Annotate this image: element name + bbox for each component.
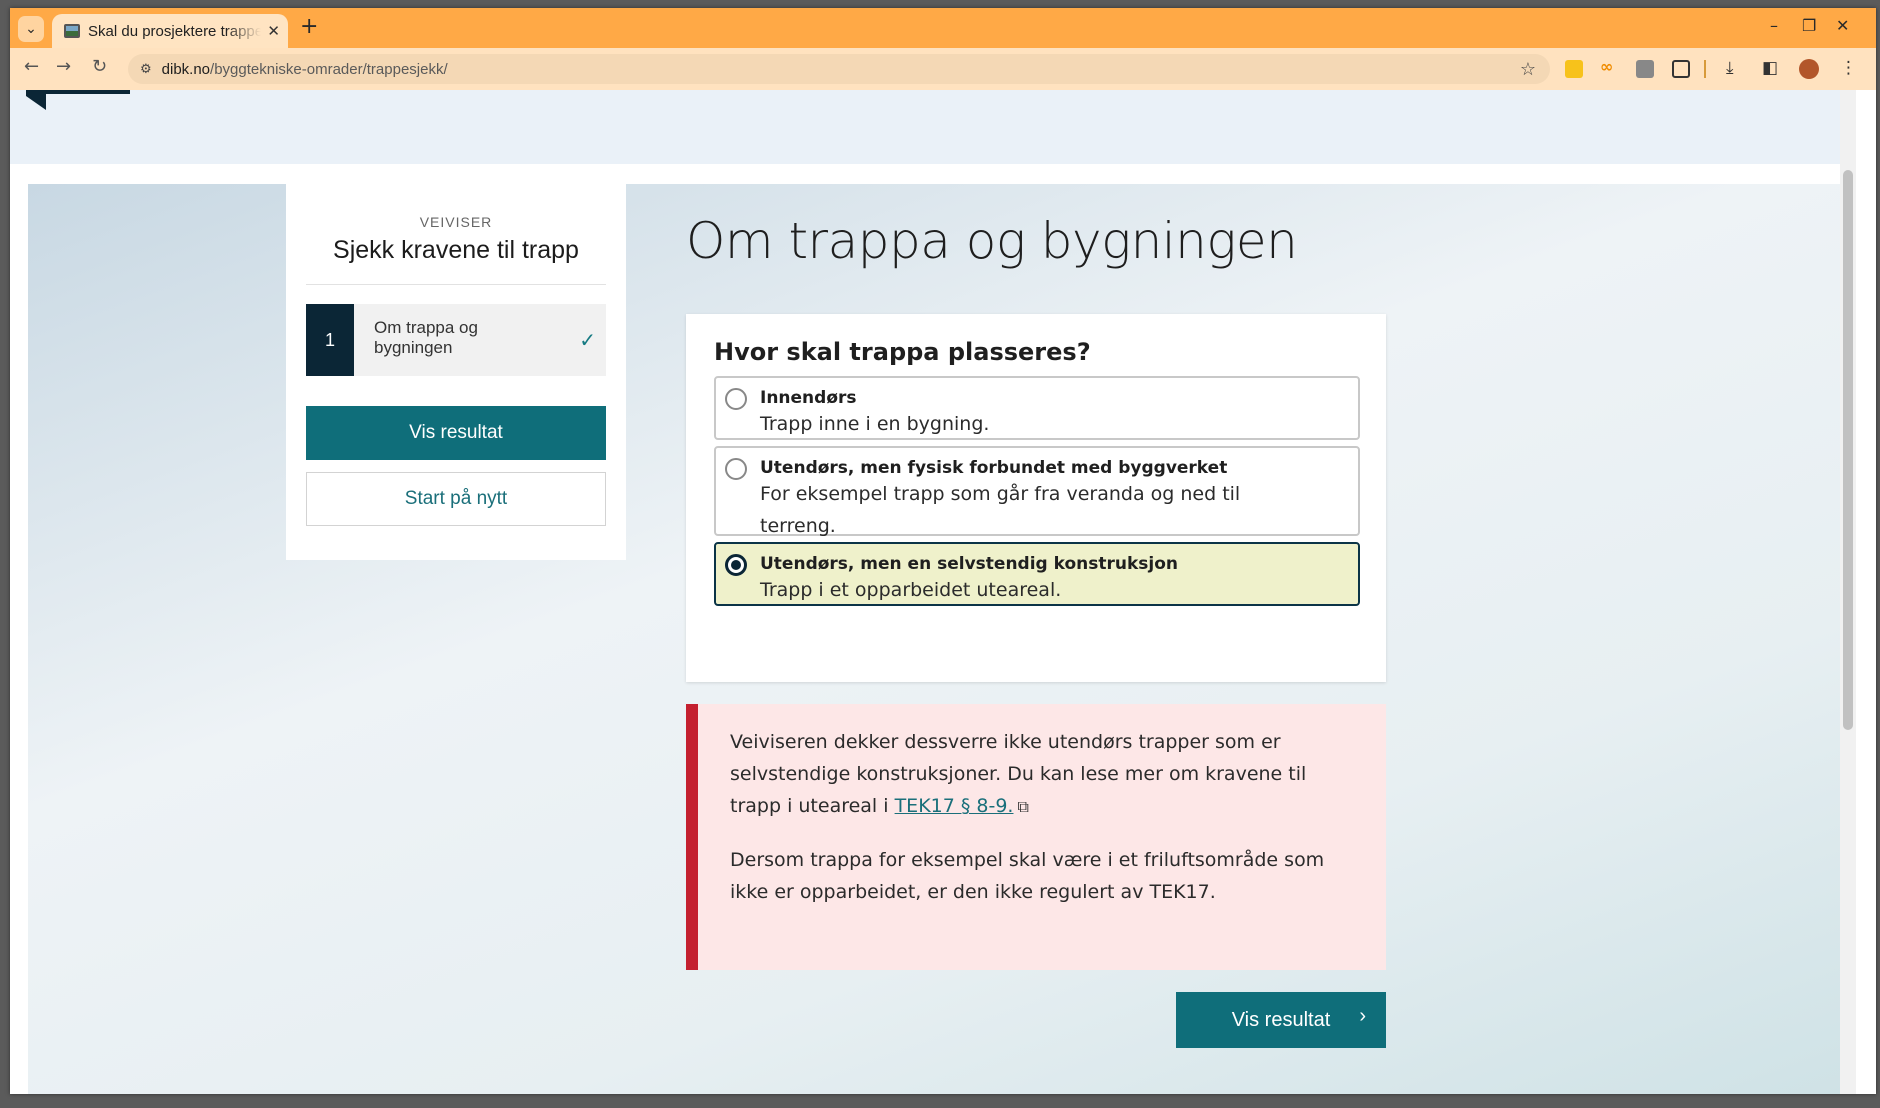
option-outdoors-connected[interactable]: Utendørs, men fysisk forbundet med byggv… [714, 446, 1360, 537]
tab-title: Skal du prosjektere trappesjekk [88, 22, 262, 40]
browser-window: ⌄ Skal du prosjektere trappesjekk ✕ + – … [10, 8, 1876, 1094]
extension-icon[interactable] [1565, 60, 1583, 78]
browser-toolbar: ← → ↻ ⚙ dibk.no/byggtekniske-omrader/tra… [10, 48, 1876, 90]
page-viewport: VEIVISER Sjekk kravene til trapp 1 Om tr… [10, 90, 1856, 1094]
radio-button[interactable] [725, 388, 747, 410]
reload-icon[interactable]: ↻ [92, 56, 107, 77]
option-description: Trapp i et opparbeidet uteareal. [760, 579, 1062, 601]
radio-button-selected[interactable] [725, 554, 747, 576]
chevron-right-icon: › [1359, 1005, 1366, 1027]
warning-alert: Veiviseren dekker dessverre ikke utendør… [686, 704, 1386, 970]
show-result-button[interactable]: Vis resultat [306, 406, 606, 460]
extension-icon[interactable] [1636, 60, 1654, 78]
menu-icon[interactable]: ⋮ [1840, 58, 1857, 78]
sidebar-eyebrow: VEIVISER [419, 214, 493, 230]
profile-avatar[interactable] [1799, 59, 1819, 79]
question-card: Hvor skal trappa plasseres? Innendørs Tr… [686, 314, 1386, 682]
back-icon[interactable]: ← [24, 56, 39, 77]
site-info-icon[interactable]: ⚙ [140, 62, 152, 77]
page-title: Om trappa og bygningen [686, 212, 1298, 270]
step-item[interactable]: 1 Om trappa og bygningen ✓ [306, 304, 606, 376]
wizard-sidebar: VEIVISER Sjekk kravene til trapp 1 Om tr… [286, 184, 626, 560]
step-label: Om trappa og bygningen [374, 318, 478, 357]
minimize-icon[interactable]: – [1770, 16, 1778, 35]
side-panel-icon[interactable]: ◧ [1762, 58, 1778, 78]
checkmark-icon: ✓ [579, 328, 596, 352]
option-outdoors-standalone[interactable]: Utendørs, men en selvstendig konstruksjo… [714, 542, 1360, 606]
window-close-icon[interactable]: ✕ [1836, 16, 1849, 35]
question-title: Hvor skal trappa plasseres? [714, 338, 1091, 366]
option-description: Trapp inne i en bygning. [760, 413, 990, 435]
new-tab-button[interactable]: + [300, 14, 318, 39]
forward-icon[interactable]: → [56, 56, 71, 77]
option-title: Utendørs, men en selvstendig konstruksjo… [760, 554, 1179, 574]
scrollbar-thumb[interactable] [1843, 170, 1853, 730]
bookmark-star-icon[interactable]: ☆ [1520, 59, 1536, 80]
option-indoors[interactable]: Innendørs Trapp inne i en bygning. [714, 376, 1360, 440]
step-number: 1 [306, 304, 354, 376]
logo-icon[interactable] [26, 90, 130, 110]
sidebar-divider [306, 284, 606, 285]
browser-tab[interactable]: Skal du prosjektere trappesjekk ✕ [52, 14, 288, 48]
button-label: Vis resultat [1231, 1008, 1331, 1031]
tek17-link[interactable]: TEK17 § 8-9. [895, 795, 1014, 817]
alert-paragraph: Dersom trappa for eksempel skal være i e… [730, 849, 1325, 903]
option-description: For eksempel trapp som går fra veranda o… [760, 483, 1241, 537]
url-path: /byggtekniske-omrader/trappesjekk/ [210, 60, 448, 78]
scrollbar[interactable] [1840, 90, 1856, 1094]
option-title: Innendørs [760, 388, 857, 408]
restore-icon[interactable]: ❐ [1802, 16, 1816, 35]
external-link-icon: ⧉ [1017, 797, 1029, 816]
extensions-puzzle-icon[interactable] [1672, 60, 1690, 78]
close-tab-icon[interactable]: ✕ [267, 22, 280, 40]
extension-infinity-icon[interactable]: ∞ [1600, 57, 1618, 76]
radio-button[interactable] [725, 458, 747, 480]
tab-search-button[interactable]: ⌄ [18, 16, 44, 42]
toolbar-divider [1704, 60, 1706, 78]
favicon-icon [64, 24, 80, 38]
site-header [10, 90, 1856, 164]
url-host: dibk.no [161, 60, 211, 78]
alert-paragraph: Veiviseren dekker dessverre ikke utendør… [730, 726, 1350, 823]
restart-button[interactable]: Start på nytt [306, 472, 606, 526]
show-result-next-button[interactable]: Vis resultat › [1176, 992, 1386, 1048]
download-icon[interactable]: ⤓ [1726, 58, 1734, 78]
option-title: Utendørs, men fysisk forbundet med byggv… [760, 458, 1228, 478]
tab-strip: ⌄ Skal du prosjektere trappesjekk ✕ + – … [10, 8, 1876, 48]
sidebar-title: Sjekk kravene til trapp [333, 236, 579, 264]
address-bar[interactable]: ⚙ dibk.no/byggtekniske-omrader/trappesje… [128, 54, 1550, 84]
